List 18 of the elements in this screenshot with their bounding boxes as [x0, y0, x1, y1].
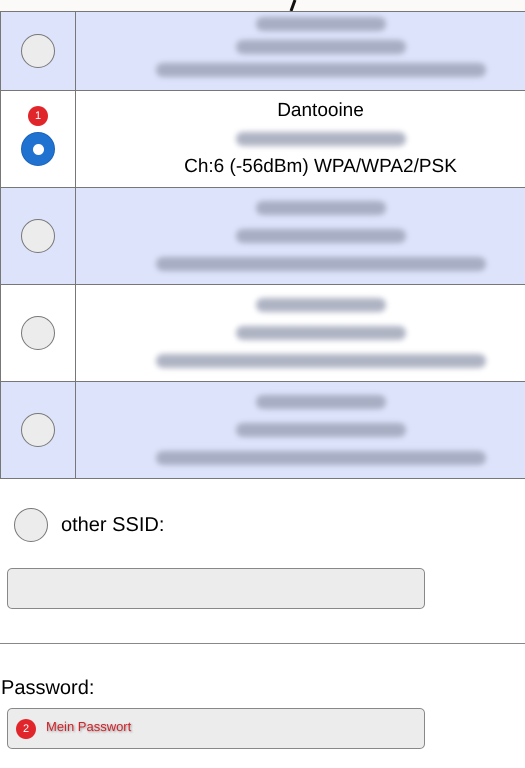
- radio-button[interactable]: [21, 34, 55, 68]
- radio-button[interactable]: [21, 316, 55, 350]
- stroke-mark-icon: [288, 0, 296, 11]
- network-row[interactable]: [1, 285, 525, 382]
- password-label: Password:: [1, 677, 96, 700]
- number-badge: 1: [28, 106, 48, 126]
- other-ssid-label: other SSID:: [61, 514, 164, 536]
- network-row[interactable]: 1 Dantooine Ch:6 (-56dBm) WPA/WPA2/PSK: [1, 91, 525, 188]
- number-badge: 2: [16, 718, 36, 738]
- ssid-input-field[interactable]: [7, 568, 425, 609]
- radio-button[interactable]: [21, 219, 55, 253]
- network-text: Ch:6 (-56dBm) WPA/WPA2/PSK: [184, 155, 457, 179]
- radio-button[interactable]: [14, 508, 48, 542]
- radio-button[interactable]: [21, 413, 55, 447]
- network-text: Dantooine: [277, 99, 364, 123]
- password-value: Mein Passwort: [46, 718, 132, 734]
- password-input-field[interactable]: 2 Mein Passwort: [7, 708, 425, 749]
- radio-button[interactable]: [21, 132, 55, 166]
